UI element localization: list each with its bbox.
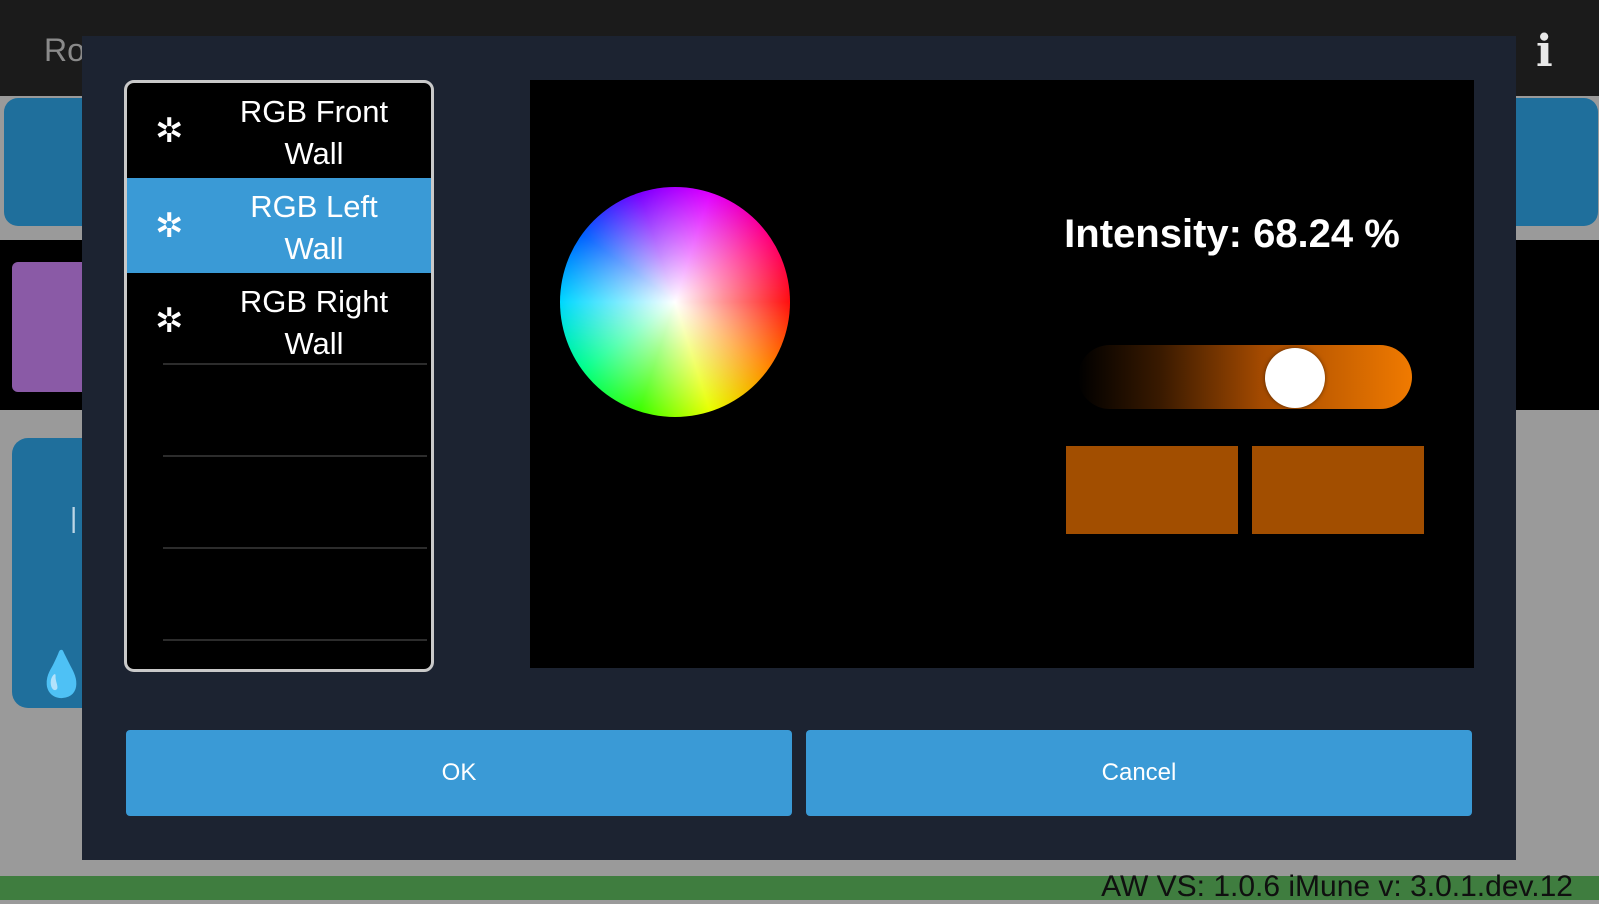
status-footer: AW VS: 1.0.6 iMune v: 3.0.1.dev.12 [0,870,1599,903]
list-item-label: RGB Right Wall [239,284,389,361]
list-item-label: RGB Left Wall [250,189,378,266]
ok-button[interactable]: OK [126,730,792,816]
intensity-label: Intensity: 68.24 % [1064,212,1400,256]
color-panel: Intensity: 68.24 % [530,80,1474,668]
list-divider [163,639,427,641]
list-item-rgb-front-wall[interactable]: ✲ RGB Front Wall [127,83,431,178]
color-wheel[interactable] [560,187,790,417]
list-item-rgb-right-wall[interactable]: ✲ RGB Right Wall [127,273,431,368]
list-item-label: RGB Front Wall [239,94,389,171]
light-list[interactable]: ✲ RGB Front Wall ✲ RGB Left Wall ✲ RGB R… [124,80,434,672]
version-text: AW VS: 1.0.6 iMune v: 3.0.1.dev.12 [1101,870,1573,903]
app-title: Ro [44,32,85,68]
color-dialog: ✲ RGB Front Wall ✲ RGB Left Wall ✲ RGB R… [82,36,1516,860]
cancel-button[interactable]: Cancel [806,730,1472,816]
water-drop-icon: 💧 [34,650,89,699]
list-divider [163,363,427,365]
list-item-rgb-left-wall[interactable]: ✲ RGB Left Wall [127,178,431,273]
intensity-slider[interactable] [1078,345,1412,409]
color-swatch-preset-1[interactable] [1066,446,1238,534]
list-divider [163,547,427,549]
background-glyph: | [70,502,78,533]
gear-icon: ✲ [155,112,184,150]
slider-handle[interactable] [1264,348,1325,408]
gear-icon: ✲ [155,207,184,245]
info-icon[interactable]: i [1536,26,1553,77]
color-swatch-preset-2[interactable] [1252,446,1424,534]
gear-icon: ✲ [155,302,184,340]
list-divider [163,455,427,457]
